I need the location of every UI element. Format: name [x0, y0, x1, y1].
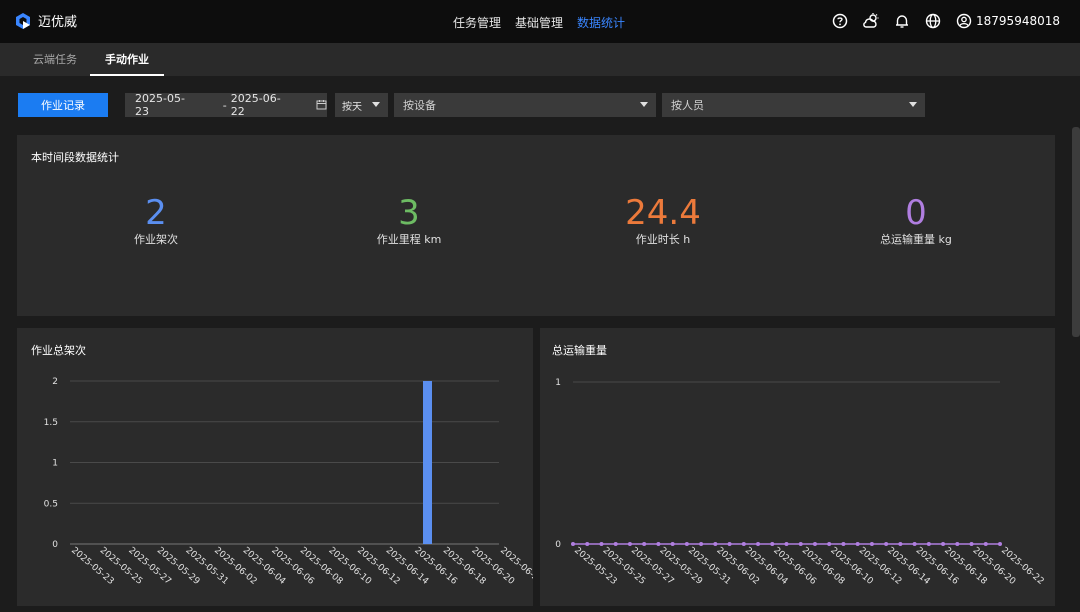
user-icon — [955, 12, 973, 30]
data-point — [926, 542, 931, 546]
device-select[interactable]: 按设备 — [394, 93, 656, 117]
data-point — [713, 542, 718, 546]
y-tick-label: 1.5 — [44, 418, 58, 428]
stat-value: 2 — [145, 193, 167, 233]
transport-weight-line-chart: 012025-05-232025-05-252025-05-272025-05-… — [555, 378, 1045, 587]
data-point — [798, 542, 803, 546]
main-nav: 任务管理 基础管理 数据统计 — [453, 14, 625, 31]
stat-value: 0 — [905, 193, 927, 233]
stat-duration: 24.4 作业时长 h — [553, 193, 773, 247]
chevron-down-icon — [372, 102, 380, 107]
data-point — [770, 542, 775, 546]
summary-title: 本时间段数据统计 — [31, 151, 119, 164]
flight-count-chart-panel: 作业总架次 0 0.5 1 1.5 2 2025-05-23 2025-05-25 2025-… — [17, 328, 533, 606]
data-point — [827, 542, 832, 546]
data-point — [855, 542, 860, 546]
calendar-icon — [316, 99, 327, 111]
data-point — [656, 542, 661, 546]
data-point — [784, 542, 789, 546]
header-actions: 18795948018 — [831, 12, 1060, 30]
page-scrollbar[interactable] — [1072, 127, 1080, 337]
data-point — [955, 542, 960, 546]
data-point — [983, 542, 988, 546]
date-separator: - — [222, 98, 227, 112]
bell-icon[interactable] — [893, 12, 911, 30]
data-point — [969, 542, 974, 546]
data-point — [613, 542, 618, 546]
data-point — [812, 542, 817, 546]
y-tick-label: 0 — [52, 540, 58, 550]
summary-panel: 本时间段数据统计 2 作业架次 3 作业里程 km 24.4 作业时长 h 0 … — [17, 135, 1055, 316]
stat-transport-weight: 0 总运输重量 kg — [806, 193, 1026, 247]
tab-manual-operation[interactable]: 手动作业 — [90, 44, 164, 76]
granularity-select[interactable]: 按天 — [335, 93, 388, 117]
user-menu[interactable]: 18795948018 — [955, 12, 1060, 30]
weather-icon[interactable] — [862, 12, 880, 30]
y-tick-label: 0.5 — [44, 499, 58, 509]
y-tick-label: 0 — [555, 540, 561, 550]
stat-flight-count: 2 作业架次 — [46, 193, 266, 247]
flight-count-bar-chart: 00.511.522025-05-232025-05-252025-05-272… — [44, 377, 533, 587]
tab-cloud-tasks[interactable]: 云端任务 — [18, 44, 92, 76]
data-point — [670, 542, 675, 546]
operation-record-button[interactable]: 作业记录 — [18, 93, 108, 117]
data-point — [898, 542, 903, 546]
data-point — [585, 542, 590, 546]
bar — [423, 381, 432, 544]
nav-item-data-statistics[interactable]: 数据统计 — [577, 14, 625, 31]
data-point — [912, 542, 917, 546]
globe-icon[interactable] — [924, 12, 942, 30]
stat-label: 总运输重量 kg — [880, 233, 952, 246]
logo-icon — [14, 12, 32, 30]
nav-item-task-management[interactable]: 任务管理 — [453, 14, 501, 31]
stat-label: 作业架次 — [134, 233, 178, 246]
chevron-down-icon — [640, 102, 648, 107]
date-start: 2025-05-23 — [135, 92, 185, 118]
chevron-down-icon — [909, 102, 917, 107]
sub-tabs: 云端任务 手动作业 — [0, 44, 1080, 76]
help-icon[interactable] — [831, 12, 849, 30]
data-point — [741, 542, 746, 546]
filter-bar: 作业记录 2025-05-23 - 2025-06-22 按天 按设备 按人员 — [0, 92, 1080, 118]
user-phone: 18795948018 — [976, 14, 1060, 28]
y-tick-label: 2 — [52, 377, 58, 387]
stat-label: 作业时长 h — [635, 233, 691, 246]
data-point — [841, 542, 846, 546]
data-point — [727, 542, 732, 546]
top-bar: 迈优威 任务管理 基础管理 数据统计 18795948018 — [0, 0, 1080, 44]
data-point — [571, 542, 575, 546]
data-point — [699, 542, 704, 546]
granularity-value: 按天 — [342, 101, 362, 113]
stat-label: 作业里程 km — [376, 233, 442, 246]
device-placeholder: 按设备 — [403, 99, 436, 112]
person-placeholder: 按人员 — [671, 99, 704, 112]
stat-value: 24.4 — [625, 193, 701, 233]
y-tick-label: 1 — [52, 459, 58, 469]
y-tick-label: 1 — [555, 378, 561, 388]
data-point — [884, 542, 889, 546]
data-point — [941, 542, 946, 546]
data-point — [684, 542, 689, 546]
stat-mileage: 3 作业里程 km — [299, 193, 519, 247]
data-point — [756, 542, 761, 546]
data-point — [998, 542, 1002, 546]
date-end: 2025-06-22 — [230, 92, 281, 118]
data-point — [869, 542, 874, 546]
brand-name: 迈优威 — [38, 15, 78, 30]
nav-item-basic-management[interactable]: 基础管理 — [515, 14, 563, 31]
brand[interactable]: 迈优威 — [14, 11, 77, 30]
data-point — [599, 542, 604, 546]
person-select[interactable]: 按人员 — [662, 93, 925, 117]
stat-value: 3 — [398, 193, 420, 233]
transport-weight-chart-panel: 总运输重量 0 1 2025-05-23 2025-05-25 2025-05-27 20… — [540, 328, 1055, 606]
data-point — [627, 542, 632, 546]
data-point — [642, 542, 647, 546]
date-range-picker[interactable]: 2025-05-23 - 2025-06-22 — [125, 92, 327, 118]
